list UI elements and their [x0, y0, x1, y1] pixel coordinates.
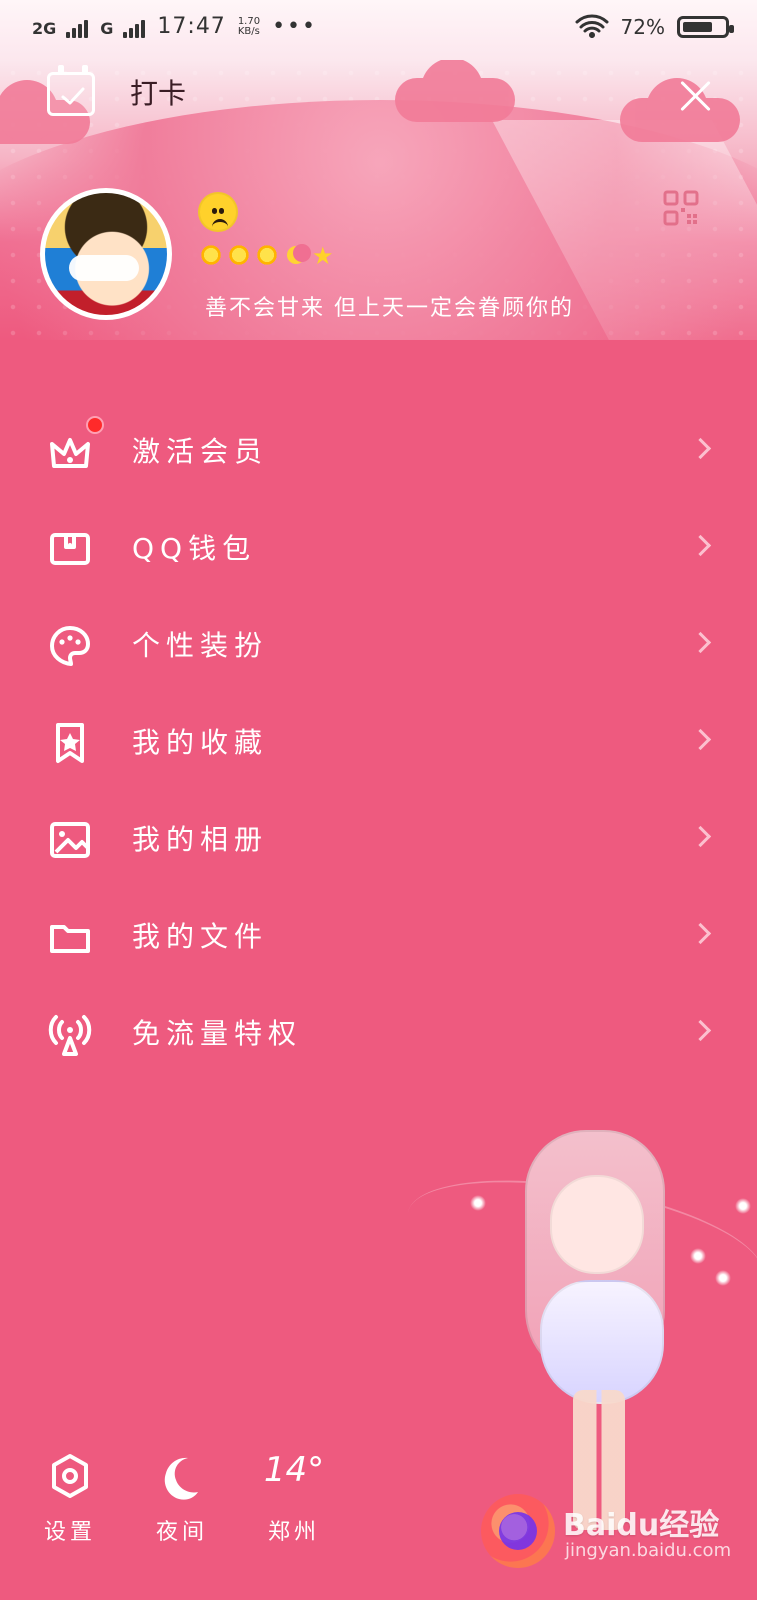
settings-button[interactable]: 设置 [20, 1450, 120, 1570]
menu-item-data-free[interactable]: 免流量特权 [0, 984, 757, 1081]
close-icon[interactable] [677, 78, 713, 114]
menu-item-qq-wallet[interactable]: QQ钱包 [0, 499, 757, 596]
status-right: 72% [575, 14, 734, 40]
chevron-right-icon [689, 1020, 711, 1042]
chevron-right-icon [689, 923, 711, 945]
menu-item-activate-vip[interactable]: 激活会员 [0, 402, 757, 499]
wifi-icon [575, 14, 609, 40]
status-bar: 2G G 17:47 1.70 KB/s ••• 72% [0, 0, 757, 60]
star-icon: ★ [312, 242, 334, 270]
hexagon-settings-icon [44, 1450, 96, 1502]
menu-item-favorites[interactable]: 我的收藏 [0, 693, 757, 790]
wallet-icon [44, 523, 96, 575]
fairy-light [690, 1248, 706, 1264]
drawer-menu: 激活会员 QQ钱包 个性装扮 我的收藏 我的相册 我的文件 免流量特权 [0, 402, 757, 1081]
crown-icon [44, 426, 96, 478]
network-2-label: G [100, 18, 114, 38]
baidu-logo-icon [481, 1494, 555, 1568]
notification-dot [86, 416, 104, 434]
menu-label: 免流量特权 [132, 1017, 303, 1050]
chevron-right-icon [689, 729, 711, 751]
chevron-right-icon [689, 438, 711, 460]
watermark-url: jingyan.baidu.com [565, 1540, 732, 1561]
network-1-label: 2G [32, 18, 57, 38]
network-speed: 1.70 KB/s [237, 15, 261, 37]
status-time: 17:47 [157, 14, 226, 39]
signal-bars-2 [123, 16, 146, 38]
watermark-brand: Baidu经验 [563, 1508, 720, 1543]
calendar-check-icon[interactable] [47, 65, 95, 116]
weather-widget[interactable]: 14° 郑州 [244, 1450, 344, 1570]
menu-label: 激活会员 [132, 435, 269, 468]
more-indicator: ••• [272, 14, 318, 39]
bookmark-star-icon [44, 717, 96, 769]
battery-cap [729, 25, 734, 33]
signature-text: 善不会甘来 但上天一定会眷顾你的 [205, 296, 574, 321]
palette-icon [44, 620, 96, 672]
sad-face-icon [198, 192, 238, 232]
signal-2: G [100, 16, 146, 38]
menu-item-personalization[interactable]: 个性装扮 [0, 596, 757, 693]
temperature: 14° [263, 1450, 325, 1490]
chevron-right-icon [689, 535, 711, 557]
battery-percent: 72% [620, 15, 665, 39]
menu-label: 我的收藏 [132, 726, 269, 759]
signal-bars-1 [66, 16, 89, 38]
chevron-right-icon [689, 826, 711, 848]
menu-label: 我的文件 [132, 920, 269, 953]
top-header: 打卡 [0, 60, 757, 130]
folder-icon [44, 911, 96, 963]
night-label: 夜间 [155, 1520, 208, 1545]
fairy-light [735, 1198, 751, 1214]
avatar-image [45, 193, 167, 315]
status-left: 2G G 17:47 1.70 KB/s ••• [32, 14, 317, 39]
bottom-actions: 设置 夜间 14° 郑州 Baidu经验 jingyan.baidu.com [0, 1440, 757, 1600]
fairy-light [715, 1270, 731, 1286]
signal-1: 2G [32, 16, 89, 38]
fairy-lights-string [398, 1157, 757, 1331]
sun-icon [200, 244, 222, 266]
sun-icon [228, 244, 250, 266]
level-badges: ★ [200, 244, 336, 268]
sad-face-mouth [212, 219, 228, 230]
chevron-right-icon [689, 632, 711, 654]
broadcast-tower-icon [44, 1008, 96, 1060]
menu-item-album[interactable]: 我的相册 [0, 790, 757, 887]
avatar[interactable] [40, 188, 172, 320]
profile-section: ★ 善不会甘来 但上天一定会眷顾你的 [0, 188, 757, 328]
battery-fill [683, 22, 713, 32]
settings-label: 设置 [43, 1520, 96, 1545]
menu-label: 我的相册 [132, 823, 269, 856]
battery-icon [677, 16, 734, 38]
fairy-light [525, 1248, 541, 1264]
night-mode-button[interactable]: 夜间 [132, 1450, 232, 1570]
city-label: 郑州 [267, 1520, 320, 1545]
qr-code-icon[interactable] [661, 188, 701, 228]
moon-icon [156, 1450, 208, 1502]
baidu-jingyan-watermark: Baidu经验 jingyan.baidu.com [481, 1488, 731, 1574]
menu-label: 个性装扮 [132, 629, 269, 662]
sun-icon [256, 244, 278, 266]
moon-icon [284, 244, 311, 266]
fairy-light [470, 1195, 486, 1211]
menu-item-files[interactable]: 我的文件 [0, 887, 757, 984]
checkin-label[interactable]: 打卡 [130, 72, 186, 112]
menu-label: QQ钱包 [132, 532, 257, 565]
image-icon [44, 814, 96, 866]
